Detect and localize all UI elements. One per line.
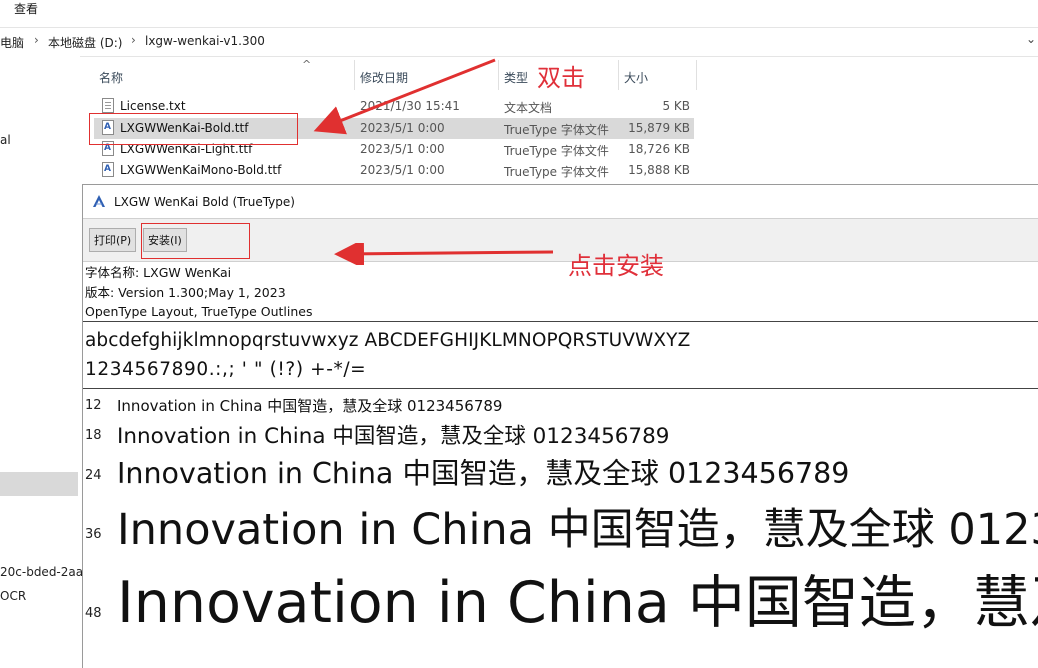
column-type[interactable]: 类型 [504,69,528,86]
file-size: 18,726 KB [628,142,690,156]
column-name[interactable]: 名称 [99,69,123,86]
divider [83,388,1038,389]
divider [83,321,1038,322]
chevron-down-icon[interactable]: ⌄ [1026,32,1036,46]
file-date: 2023/5/1 0:00 [360,142,445,156]
nav-item[interactable]: 20c-bded-2aa [0,565,83,579]
file-date: 2023/5/1 0:00 [360,163,445,177]
font-name: 字体名称: LXGW WenKai [85,265,232,280]
sample-size-label: 18 [85,428,102,443]
file-row[interactable]: LXGWWenKaiMono-Bold.ttf 2023/5/1 0:00 Tr… [94,160,694,181]
file-name: LXGWWenKaiMono-Bold.ttf [120,163,282,177]
breadcrumb-this-pc[interactable]: 电脑 [0,34,24,51]
sample-numerals: 1234567890.:,; ' " (!?) +-*/= [85,359,367,380]
sample-text: Innovation in China 中国智造，慧及全球 0123456789 [117,570,1038,636]
sample-text: Innovation in China 中国智造，慧及全球 0123456789 [117,397,503,415]
text-file-icon [102,98,114,113]
print-button[interactable]: 打印(P) [89,228,137,252]
file-type: TrueType 字体文件 [504,144,609,158]
window-title: LXGW WenKai Bold (TrueType) [114,195,295,209]
font-version: 版本: Version 1.300;May 1, 2023 [85,284,286,300]
sample-size-label: 24 [85,468,102,483]
nav-item[interactable]: OCR [0,589,26,603]
navigation-pane: al 20c-bded-2aa OCR [0,56,83,667]
arrow-icon [313,58,496,135]
highlight-box [141,223,250,259]
menu-view[interactable]: 查看 [14,0,38,17]
highlight-box [89,113,298,145]
column-size[interactable]: 大小 [624,69,648,86]
font-file-icon [102,162,114,177]
file-type: 文本文档 [504,101,553,115]
file-size: 15,879 KB [628,121,690,135]
annotation-click-install: 点击安装 [568,252,664,280]
sample-text: Innovation in China 中国智造，慧及全球 0123456789 [117,457,850,490]
annotation-double-click: 双击 [537,64,585,92]
arrow-icon [334,243,554,265]
sample-size-label: 48 [85,606,102,621]
sample-alphabet: abcdefghijklmnopqrstuvwxyz ABCDEFGHIJKLM… [85,330,691,351]
file-size: 15,888 KB [628,163,690,177]
address-bar[interactable]: 电脑 › 本地磁盘 (D:) › lxgw-wenkai-v1.300 ⌄ [0,27,1038,57]
nav-item-selected[interactable] [0,472,78,496]
file-size: 5 KB [662,99,690,113]
file-type: TrueType 字体文件 [504,123,609,137]
font-info: 字体名称: LXGW WenKai 版本: Version 1.300;May … [85,263,312,322]
breadcrumb-folder[interactable]: lxgw-wenkai-v1.300 [145,34,265,48]
breadcrumb-drive-d[interactable]: 本地磁盘 (D:) [48,34,122,51]
sample-text: Innovation in China 中国智造，慧及全球 0123456789 [117,505,1038,555]
font-outlines: OpenType Layout, TrueType Outlines [85,304,313,319]
sample-text: Innovation in China 中国智造，慧及全球 0123456789 [117,424,670,449]
chevron-right-icon: › [131,33,136,47]
ribbon-tabs: 查看 [0,0,1038,18]
file-type: TrueType 字体文件 [504,165,609,179]
font-app-icon [93,195,105,207]
sample-size-label: 12 [85,398,102,413]
sample-size-label: 36 [85,527,102,542]
title-bar[interactable]: LXGW WenKai Bold (TrueType) [83,185,1038,218]
file-name: License.txt [120,99,186,113]
nav-item[interactable]: al [0,133,11,147]
chevron-right-icon: › [34,33,39,47]
